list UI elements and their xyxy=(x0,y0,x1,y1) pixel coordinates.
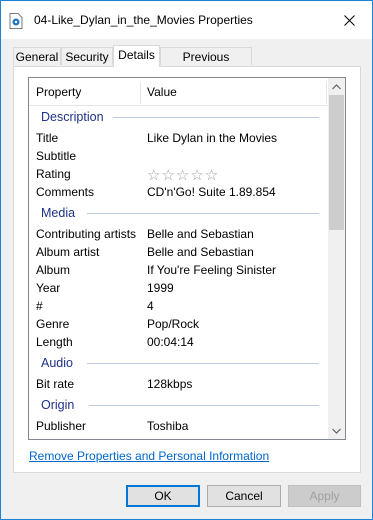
group-divider xyxy=(87,213,319,214)
group-divider xyxy=(89,405,319,406)
property-value[interactable]: Like Dylan in the Movies xyxy=(147,131,277,145)
property-rows: Description Title Like Dylan in the Movi… xyxy=(29,105,328,435)
property-name: Rating xyxy=(36,167,71,181)
group-title: Audio xyxy=(41,356,73,370)
property-name: Title xyxy=(36,131,59,145)
column-separator[interactable] xyxy=(140,82,141,104)
property-row-comments[interactable]: Comments CD'n'Go! Suite 1.89.854 xyxy=(29,183,328,201)
rating-stars[interactable]: ☆☆☆☆☆ xyxy=(147,166,219,184)
tab-previous-versions[interactable]: Previous Versions xyxy=(160,47,252,82)
vertical-scrollbar[interactable] xyxy=(328,78,345,439)
property-name: Album xyxy=(36,263,71,277)
scroll-thumb[interactable] xyxy=(329,95,344,230)
group-title: Description xyxy=(41,110,104,124)
tab-security[interactable]: Security xyxy=(61,47,113,65)
property-name: Year xyxy=(36,281,61,295)
details-list[interactable]: Property Value Description Title Like Dy… xyxy=(28,77,346,440)
property-value[interactable]: 1999 xyxy=(147,281,174,295)
column-header-value[interactable]: Value xyxy=(147,85,177,99)
group-title: Media xyxy=(41,206,76,220)
property-value[interactable]: 00:04:14 xyxy=(147,335,194,349)
property-row-length[interactable]: Length 00:04:14 xyxy=(29,333,328,351)
properties-dialog: 04-Like_Dylan_in_the_Movies Properties G… xyxy=(0,0,373,520)
property-row-publisher[interactable]: Publisher Toshiba xyxy=(29,417,328,435)
chevron-down-icon xyxy=(332,428,341,434)
property-name: Length xyxy=(36,335,73,349)
group-title: Origin xyxy=(41,398,75,412)
property-value[interactable]: CD'n'Go! Suite 1.89.854 xyxy=(147,185,276,199)
property-row-album-artist[interactable]: Album artist Belle and Sebastian xyxy=(29,243,328,261)
property-value[interactable]: Pop/Rock xyxy=(147,317,199,331)
group-divider xyxy=(87,363,319,364)
property-value[interactable]: Belle and Sebastian xyxy=(147,245,254,259)
property-name: Contributing artists xyxy=(36,227,137,241)
tab-strip: General Security Details Previous Versio… xyxy=(13,45,361,82)
group-divider xyxy=(113,117,319,118)
property-name: Bit rate xyxy=(36,377,75,391)
close-button[interactable] xyxy=(326,1,372,39)
tab-details[interactable]: Details xyxy=(113,45,160,67)
property-name: # xyxy=(36,299,43,313)
title-bar[interactable]: 04-Like_Dylan_in_the_Movies Properties xyxy=(1,1,372,39)
group-origin[interactable]: Origin xyxy=(29,393,328,417)
scroll-down-button[interactable] xyxy=(328,422,345,439)
property-value[interactable]: 128kbps xyxy=(147,377,192,391)
apply-button[interactable]: Apply xyxy=(288,485,361,507)
property-row-bit-rate[interactable]: Bit rate 128kbps xyxy=(29,375,328,393)
property-value[interactable]: 4 xyxy=(147,299,154,313)
column-header: Property Value xyxy=(29,78,328,106)
close-icon xyxy=(343,14,355,26)
tab-general[interactable]: General xyxy=(13,47,61,65)
group-description[interactable]: Description xyxy=(29,105,328,129)
property-value[interactable]: If You're Feeling Sinister xyxy=(147,263,276,277)
property-name: Subtitle xyxy=(36,149,77,163)
column-header-property[interactable]: Property xyxy=(36,85,81,99)
property-row-contributing-artists[interactable]: Contributing artists Belle and Sebastian xyxy=(29,225,328,243)
property-name: Album artist xyxy=(36,245,100,259)
property-row-track-number[interactable]: # 4 xyxy=(29,297,328,315)
cancel-button[interactable]: Cancel xyxy=(207,485,281,507)
window-title: 04-Like_Dylan_in_the_Movies Properties xyxy=(34,13,253,27)
details-panel: Property Value Description Title Like Dy… xyxy=(13,66,361,473)
property-name: Comments xyxy=(36,185,95,199)
property-value[interactable]: Belle and Sebastian xyxy=(147,227,254,241)
property-row-rating[interactable]: Rating ☆☆☆☆☆ xyxy=(29,165,328,184)
chevron-up-icon xyxy=(332,83,341,89)
group-media[interactable]: Media xyxy=(29,201,328,225)
property-name: Publisher xyxy=(36,419,87,433)
property-row-title[interactable]: Title Like Dylan in the Movies xyxy=(29,129,328,147)
property-row-subtitle[interactable]: Subtitle xyxy=(29,147,328,165)
audio-file-icon xyxy=(9,13,23,29)
ok-button[interactable]: OK xyxy=(126,485,200,507)
scroll-up-button[interactable] xyxy=(328,78,345,95)
property-row-year[interactable]: Year 1999 xyxy=(29,279,328,297)
property-name: Genre xyxy=(36,317,70,331)
property-row-album[interactable]: Album If You're Feeling Sinister xyxy=(29,261,328,279)
property-value[interactable]: Toshiba xyxy=(147,419,188,433)
group-audio[interactable]: Audio xyxy=(29,351,328,375)
column-separator[interactable] xyxy=(326,82,327,104)
remove-properties-link[interactable]: Remove Properties and Personal Informati… xyxy=(29,449,269,463)
property-row-genre[interactable]: Genre Pop/Rock xyxy=(29,315,328,333)
